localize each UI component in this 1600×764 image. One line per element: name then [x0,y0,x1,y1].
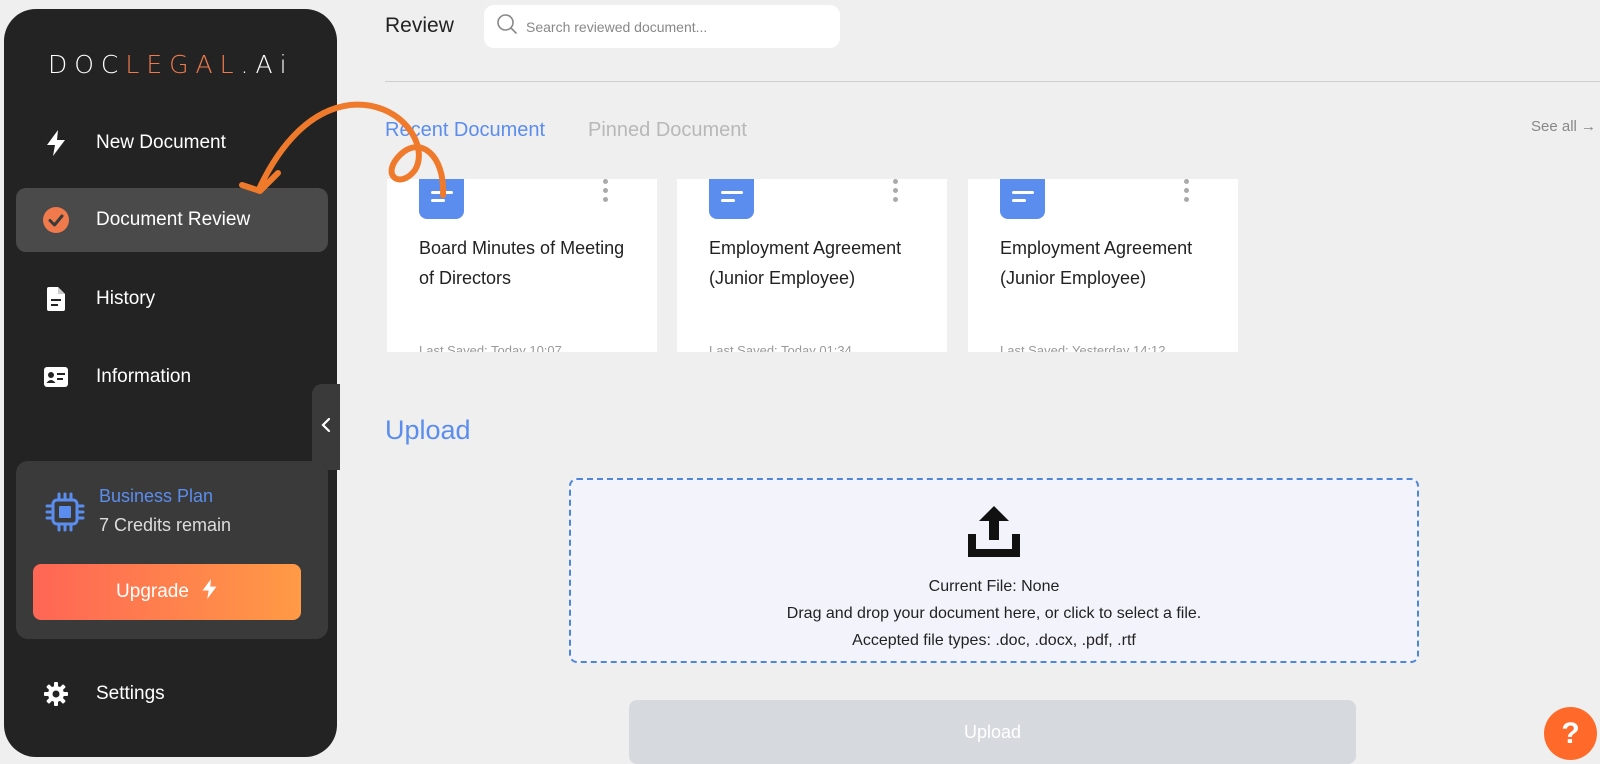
sidebar-item-new-document[interactable]: New Document [16,111,328,175]
upload-button[interactable]: Upload [629,700,1356,764]
bolt-icon [201,578,218,606]
current-file-text: Current File: None [928,578,1060,595]
more-options-icon[interactable] [893,179,903,206]
chevron-left-icon [321,417,331,438]
document-icon [16,287,96,311]
dropzone-instructions: Drag and drop your document here, or cli… [786,605,1202,622]
search-box[interactable] [484,5,840,48]
search-input[interactable] [526,18,826,35]
sidebar-item-label: Document Review [96,209,251,230]
sidebar-item-settings[interactable]: Settings [16,662,328,726]
document-title: Board Minutes of Meeting of Directors [419,238,625,288]
plan-credits: 7 Credits remain [99,515,232,535]
accepted-file-types: Accepted file types: .doc, .docx, .pdf, … [852,632,1136,649]
id-card-icon [16,367,96,387]
logo-accent: LEGAL [125,50,241,79]
header-divider [385,81,1600,82]
document-title: Employment Agreement (Junior Employee) [1000,238,1193,288]
see-all-link[interactable]: See all → [1531,118,1596,135]
document-card[interactable]: Board Minutes of Meeting of Directors La… [387,179,657,352]
sidebar-item-label: Information [96,366,192,387]
document-meta: Last Saved: Yesterday 14:12 [1000,343,1166,352]
upload-heading: Upload [385,415,471,445]
help-button[interactable]: ? [1544,707,1597,760]
check-circle-icon [16,206,96,234]
logo-prefix: DOC [48,50,126,79]
search-icon [496,13,518,40]
more-options-icon[interactable] [603,179,613,206]
document-icon [1000,179,1045,219]
sidebar-item-document-review[interactable]: Document Review [16,188,328,252]
page-title: Review [385,14,454,37]
upgrade-label: Upgrade [116,581,189,602]
sidebar-item-label: New Document [96,132,226,153]
upload-icon [965,504,1023,565]
sidebar: DOCLEGAL.Ai New Document Document Review… [4,9,340,757]
bolt-icon [16,130,96,156]
sidebar-item-label: History [96,288,156,309]
tab-recent-document[interactable]: Recent Document [385,119,545,142]
sidebar-item-label: Settings [96,683,165,704]
chip-icon [44,491,86,538]
document-meta: Last Saved: Today 10:07 [419,343,562,352]
plan-card: Business Plan 7 Credits remain Upgrade [16,461,328,639]
document-meta: Last Saved: Today 01:34 [709,343,852,352]
document-icon [419,179,464,219]
sidebar-item-history[interactable]: History [16,267,328,331]
document-icon [709,179,754,219]
tab-pinned-document[interactable]: Pinned Document [588,119,747,142]
gear-icon [16,682,96,706]
plan-name: Business Plan [99,486,214,506]
file-dropzone[interactable]: Current File: None Drag and drop your do… [569,478,1419,663]
app-logo[interactable]: DOCLEGAL.Ai [48,50,294,79]
logo-suffix: .Ai [240,50,294,79]
sidebar-item-information[interactable]: Information [16,345,328,409]
more-options-icon[interactable] [1184,179,1194,206]
collapse-sidebar-handle[interactable] [312,384,340,470]
document-card[interactable]: Employment Agreement (Junior Employee) L… [968,179,1238,352]
document-card[interactable]: Employment Agreement (Junior Employee) L… [677,179,947,352]
document-title: Employment Agreement (Junior Employee) [709,238,902,288]
upgrade-button[interactable]: Upgrade [33,564,301,620]
